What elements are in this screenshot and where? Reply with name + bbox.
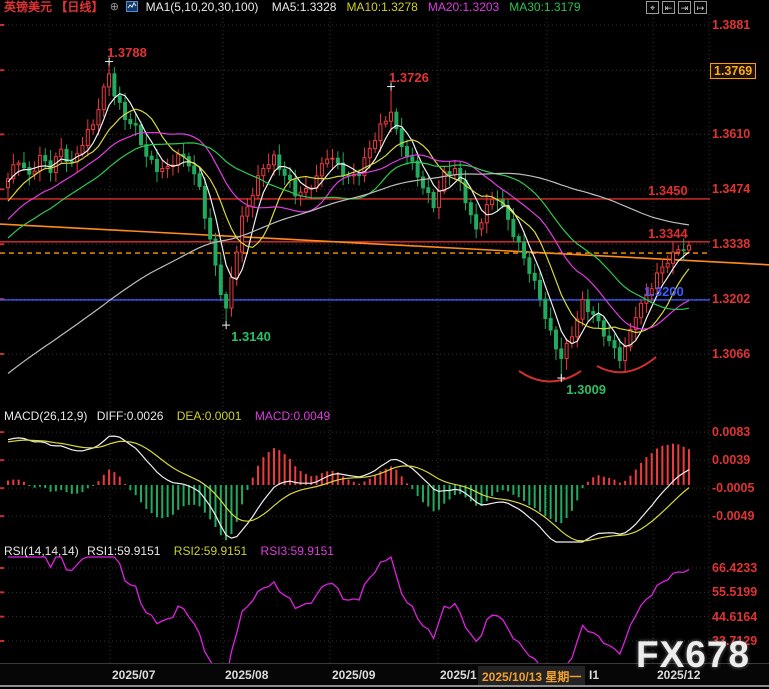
macd-plot bbox=[7, 436, 690, 542]
low-price-label: 1.3009 bbox=[566, 382, 606, 397]
bottom-border bbox=[0, 685, 769, 687]
link-circle-plus-icon[interactable]: ⊕ bbox=[110, 1, 119, 13]
ma-value: MA30:1.3179 bbox=[509, 0, 580, 14]
axis-tick-label: 0.0083 bbox=[712, 425, 750, 439]
macd-hist-value: MACD:0.0049 bbox=[255, 409, 330, 423]
axis-tick-label: 55.5199 bbox=[712, 585, 757, 599]
crosshair-move-icon[interactable]: ⌖ bbox=[646, 1, 659, 14]
rsi-title: RSI(14,14,14) bbox=[4, 544, 79, 558]
axis-tick-label: 1.3066 bbox=[712, 347, 750, 361]
axis-tick-label: 66.4233 bbox=[712, 561, 757, 575]
rsi-pane-header: RSI(14,14,14) RSI1:59.9151 RSI2:59.9151 … bbox=[4, 545, 334, 558]
axis-tick-label: -0.0049 bbox=[712, 509, 754, 523]
crosshair-price-readout: 1.3769 bbox=[710, 63, 756, 79]
axis-tick-label: 44.6164 bbox=[712, 610, 757, 624]
axis-tick-label: -0.0005 bbox=[712, 481, 754, 495]
symbol-name: 英镑美元 bbox=[4, 0, 52, 14]
chart-header: 英镑美元 【日线】 ⊕ MA1(5,10,20,30,100) MA5:1.33… bbox=[0, 0, 769, 14]
chart-toolbar: ⌖⇤⇥↦ bbox=[646, 1, 707, 14]
extreme-point-markers bbox=[105, 58, 565, 382]
level-price-label: 1.3450 bbox=[648, 183, 688, 198]
ma-value: MA10:1.3278 bbox=[346, 0, 417, 14]
moving-average-lines bbox=[8, 94, 689, 374]
macd-diff-value: DIFF:0.0026 bbox=[97, 409, 164, 423]
axis-tick-label: 1.3338 bbox=[712, 237, 750, 251]
period-selector[interactable]: 【日线】 bbox=[55, 0, 103, 14]
axis-tick-label: 1.3474 bbox=[712, 182, 750, 196]
axis-tick-label: 1.3610 bbox=[712, 127, 750, 141]
candlesticks bbox=[7, 63, 691, 377]
time-axis-label: 2025/07 bbox=[112, 668, 155, 682]
axis-tick-label: 1.3881 bbox=[712, 18, 750, 32]
rsi3-value: RSI3:59.9151 bbox=[261, 544, 334, 558]
price-chart-canvas[interactable] bbox=[0, 0, 769, 689]
axis-tick-label: 1.3202 bbox=[712, 292, 750, 306]
level-price-label: 1.3344 bbox=[648, 226, 688, 241]
macd-dea-value: DEA:0.0001 bbox=[177, 409, 242, 423]
ma-value: MA5:1.3328 bbox=[272, 0, 337, 14]
rsi1-value: RSI1:59.9151 bbox=[87, 544, 160, 558]
axis-zoom-in-icon[interactable]: ⇤ bbox=[662, 1, 675, 14]
candlestick-mini-icon[interactable] bbox=[126, 1, 138, 12]
axis-pan-right-icon[interactable]: ↦ bbox=[694, 1, 707, 14]
rsi2-value: RSI2:59.9151 bbox=[174, 544, 247, 558]
level-price-label: 1.3200 bbox=[644, 284, 684, 299]
macd-title: MACD(26,12,9) bbox=[4, 409, 87, 423]
ma-values: MA5:1.3328 MA10:1.3278 MA20:1.3203 MA30:1.3… bbox=[262, 0, 581, 14]
ma-group-label: MA1(5,10,20,30,100) bbox=[146, 0, 259, 14]
high-price-label: 1.3726 bbox=[389, 70, 429, 85]
axis-tick-label: 0.0039 bbox=[712, 453, 750, 467]
low-price-label: 1.3140 bbox=[231, 329, 271, 344]
crosshair-date-readout: 2025/10/13 星期一 bbox=[478, 666, 585, 687]
time-axis-label: 2025/1 bbox=[440, 668, 477, 682]
macd-pane-header: MACD(26,12,9) DIFF:0.0026 DEA:0.0001 MAC… bbox=[4, 410, 330, 423]
time-axis-label: 2025/08 bbox=[225, 668, 268, 682]
axis-zoom-out-icon[interactable]: ⇥ bbox=[678, 1, 691, 14]
high-price-label: 1.3788 bbox=[107, 45, 147, 60]
ma-value: MA20:1.3203 bbox=[428, 0, 499, 14]
watermark: FX678 bbox=[636, 634, 750, 676]
time-axis-label: 2025/09 bbox=[332, 668, 375, 682]
time-axis-label: I1 bbox=[589, 668, 599, 682]
